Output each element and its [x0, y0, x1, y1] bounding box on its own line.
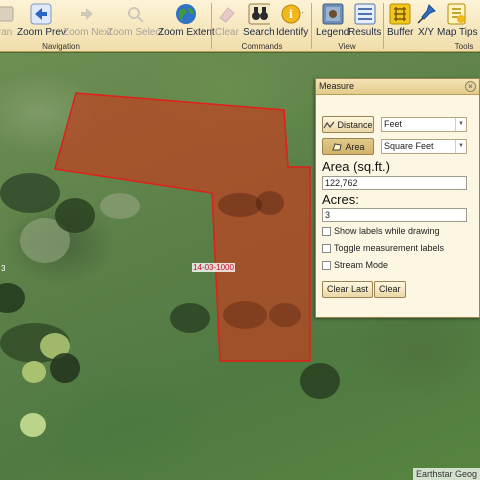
partial-tool-label: ran — [0, 27, 13, 38]
chevron-down-icon: ▼ — [455, 140, 466, 153]
group-label-view: View — [338, 42, 356, 51]
option-toggle-labels[interactable]: Toggle measurement labels — [322, 243, 444, 253]
measure-panel: Measure × Distance Feet ▼ Area Square Fe… — [315, 78, 480, 318]
measure-panel-title: Measure — [319, 81, 355, 91]
binoculars-icon — [248, 3, 270, 25]
svg-text:i: i — [289, 8, 293, 21]
legend-label: Legend — [316, 27, 350, 38]
parcel-shadow — [218, 193, 262, 217]
option-label: Show labels while drawing — [334, 226, 440, 236]
toolbar: ran Zoom Prev Zoom Next Zoom Select Zoom… — [0, 0, 480, 52]
info-icon: i — [281, 3, 304, 25]
zoom-extent-button[interactable]: Zoom Extent — [158, 3, 215, 41]
area-unit-value: Square Feet — [384, 141, 434, 151]
close-icon[interactable]: × — [465, 81, 476, 92]
zoom-select-label: Zoom Select — [107, 27, 164, 38]
map-tips-label: Map Tips — [437, 27, 478, 38]
zoom-extent-label: Zoom Extent — [158, 27, 215, 38]
area-unit-select[interactable]: Square Feet ▼ — [381, 139, 467, 154]
zoom-select-icon — [124, 3, 146, 25]
area-value-field[interactable]: 122,762 — [322, 176, 467, 190]
xy-button[interactable]: X/Y — [415, 3, 437, 41]
group-label-navigation: Navigation — [42, 42, 80, 51]
legend-icon — [322, 3, 344, 25]
eraser-icon — [216, 3, 238, 25]
map-tips-button[interactable]: Map Tips — [437, 3, 478, 41]
results-button[interactable]: Results — [348, 3, 381, 41]
identify-button[interactable]: i Identify — [276, 3, 308, 41]
measure-panel-header[interactable]: Measure × — [316, 79, 479, 95]
zoom-prev-label: Zoom Prev — [17, 27, 66, 38]
group-label-commands: Commands — [241, 42, 283, 51]
distance-button[interactable]: Distance — [322, 116, 374, 133]
parcel-shadow — [269, 303, 301, 327]
partial-tool-button[interactable]: ran — [0, 3, 16, 41]
map-tips-icon — [446, 3, 468, 25]
parcel-shadow — [223, 301, 267, 329]
results-label: Results — [348, 27, 382, 38]
results-icon — [354, 3, 376, 25]
area-polygon-icon — [332, 142, 343, 150]
legend-button[interactable]: Legend — [316, 3, 349, 41]
distance-button-label: Distance — [337, 119, 373, 130]
zoom-prev-button[interactable]: Zoom Prev — [17, 3, 66, 41]
option-label: Stream Mode — [334, 260, 389, 270]
ruler-icon — [323, 121, 335, 128]
arrow-right-icon — [76, 3, 98, 25]
zoom-select-button[interactable]: Zoom Select — [107, 3, 163, 41]
checkbox[interactable] — [322, 260, 331, 270]
area-button-label: Area — [345, 141, 365, 152]
map-number-label: 3 — [1, 264, 6, 273]
option-show-labels[interactable]: Show labels while drawing — [322, 226, 440, 236]
map-attribution: Earthstar Geog — [412, 468, 480, 480]
area-button[interactable]: Area — [322, 138, 374, 155]
globe-icon — [175, 3, 197, 25]
toolbar-separator — [211, 3, 212, 49]
acres-value-field[interactable]: 3 — [322, 208, 467, 222]
group-label-tools: Tools — [454, 42, 474, 51]
acres-heading: Acres: — [322, 192, 359, 207]
parcel-id-label: 14-03-1000 — [192, 263, 235, 272]
checkbox[interactable] — [322, 226, 331, 236]
toolbar-separator — [311, 3, 312, 49]
parcel-shadow — [256, 191, 284, 215]
option-label: Toggle measurement labels — [334, 243, 445, 253]
pin-icon — [415, 3, 437, 25]
distance-unit-value: Feet — [384, 119, 403, 129]
arrow-left-icon — [30, 3, 52, 25]
clear-last-button[interactable]: Clear Last — [322, 281, 374, 298]
checkbox[interactable] — [322, 243, 331, 253]
zoom-next-button[interactable]: Zoom Next — [63, 3, 112, 41]
xy-label: X/Y — [417, 27, 435, 38]
clear-measure-button[interactable]: Clear — [374, 281, 406, 298]
toolbar-separator — [383, 3, 384, 49]
clear-button[interactable]: Clear — [215, 3, 239, 41]
clear-label: Clear — [215, 27, 239, 38]
buffer-button[interactable]: Buffer — [387, 3, 414, 41]
partial-tool-icon — [0, 3, 16, 25]
search-button[interactable]: Search — [243, 3, 275, 41]
distance-unit-select[interactable]: Feet ▼ — [381, 117, 467, 132]
chevron-down-icon: ▼ — [455, 118, 466, 131]
search-label: Search — [243, 27, 275, 38]
buffer-label: Buffer — [387, 27, 414, 38]
area-heading: Area (sq.ft.) — [322, 159, 390, 174]
zoom-next-label: Zoom Next — [63, 27, 112, 38]
identify-label: Identify — [276, 27, 309, 38]
option-stream-mode[interactable]: Stream Mode — [322, 260, 388, 270]
buffer-icon — [389, 3, 411, 25]
